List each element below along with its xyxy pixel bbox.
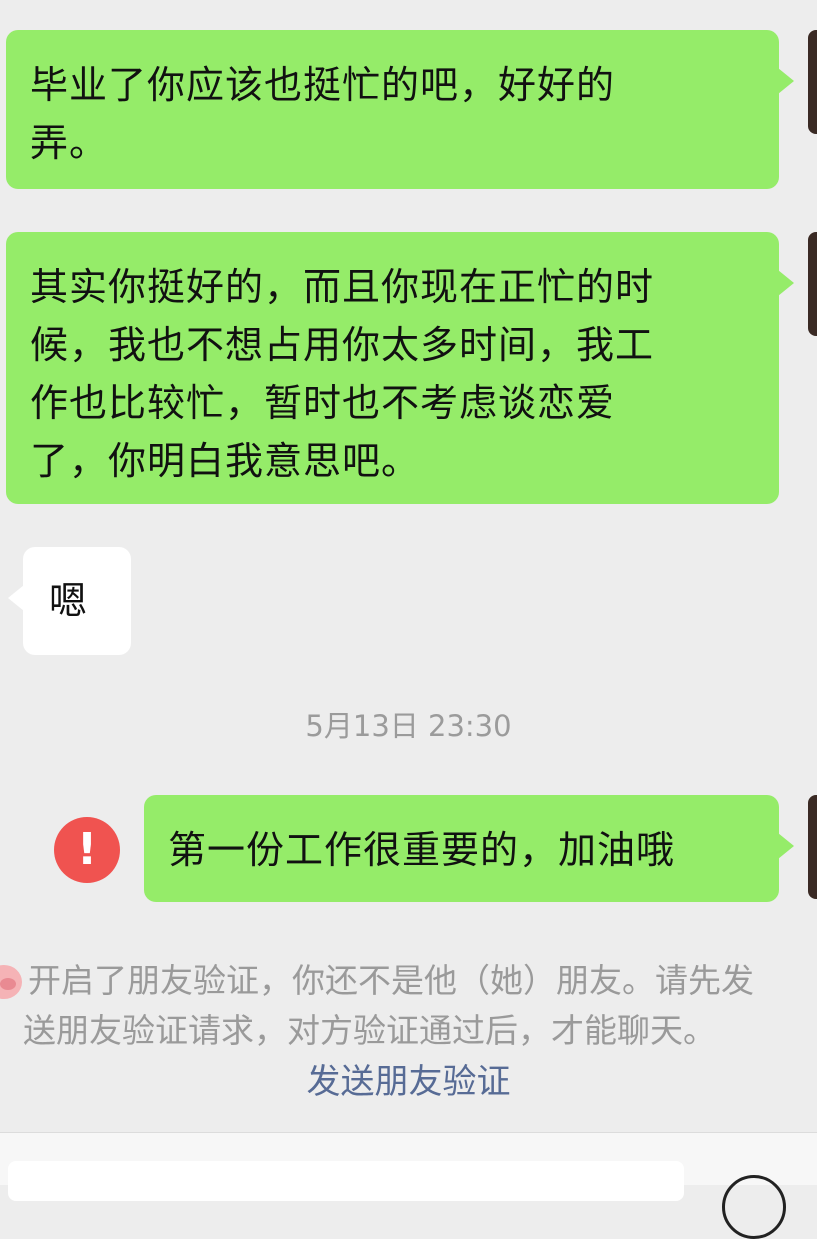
outgoing-message-bubble[interactable]: 毕业了你应该也挺忙的吧，好好的 弄。 [6, 30, 794, 189]
message-timestamp: 5月13日 23:30 [305, 709, 512, 743]
system-notice: 开启了朋友验证，你还不是他（她）朋友。请先发 送朋友验证请求，对方验证通过后，才… [0, 956, 817, 1056]
voice-icon[interactable] [722, 1175, 786, 1239]
send-friend-verification-link[interactable]: 发送朋友验证 [0, 1057, 817, 1107]
outgoing-message-bubble[interactable]: 其实你挺好的，而且你现在正忙的时 候，我也不想占用你太多时间，我工 作也比较忙，… [6, 232, 794, 504]
my-avatar[interactable] [808, 30, 817, 134]
system-notice-line-2: 送朋友验证请求，对方验证通过后，才能聊天。 [23, 1011, 716, 1050]
input-bar [0, 1132, 817, 1239]
my-avatar[interactable] [808, 232, 817, 336]
message-input[interactable] [8, 1161, 684, 1201]
exclamation-circle-icon[interactable]: ! [54, 817, 120, 883]
system-notice-line-1: 开启了朋友验证，你还不是他（她）朋友。请先发 [28, 961, 754, 1000]
incoming-message-bubble[interactable]: 嗯 [8, 547, 131, 655]
my-avatar[interactable] [808, 795, 817, 899]
outgoing-message-bubble[interactable]: 第一份工作很重要的，加油哦 [144, 795, 794, 902]
